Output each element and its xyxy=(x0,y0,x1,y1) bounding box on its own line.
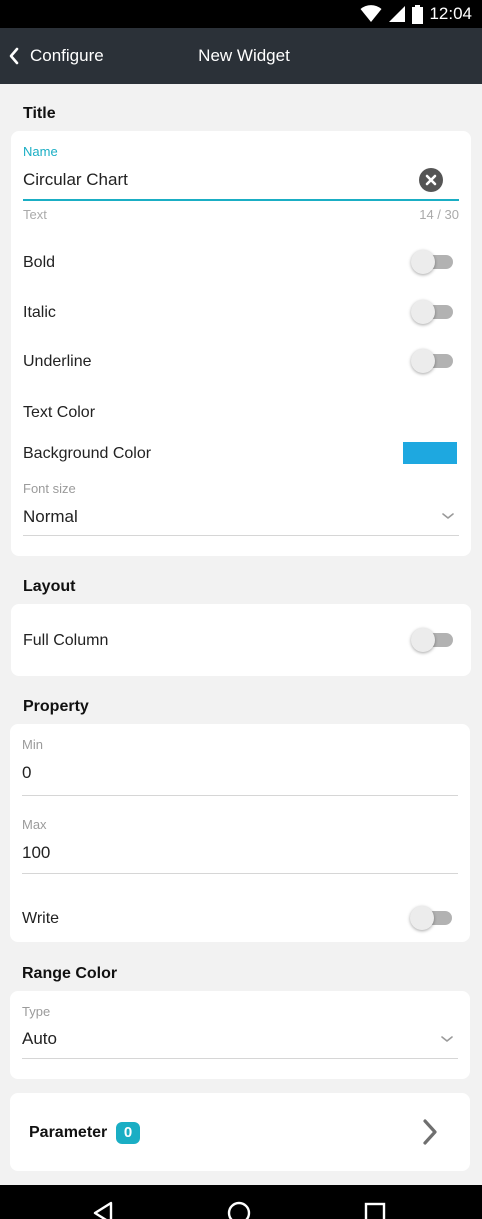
chevron-right-icon xyxy=(423,1119,437,1145)
min-underline xyxy=(22,795,458,796)
nav-recents-button[interactable] xyxy=(355,1193,395,1219)
name-input[interactable]: Circular Chart xyxy=(23,170,413,196)
background-color-swatch[interactable] xyxy=(403,442,457,464)
parameter-row[interactable]: Parameter 0 xyxy=(10,1093,470,1171)
type-underline xyxy=(22,1058,458,1059)
close-icon xyxy=(425,174,437,186)
type-select[interactable]: Auto xyxy=(22,1024,458,1058)
status-icons: 12:04 xyxy=(360,3,472,25)
section-title-layout: Layout xyxy=(23,578,76,595)
min-input[interactable]: 0 xyxy=(22,763,458,789)
property-card: Min 0 Max 100 Write xyxy=(10,724,470,942)
italic-label: Italic xyxy=(23,304,56,321)
type-value: Auto xyxy=(22,1029,57,1048)
section-title-title: Title xyxy=(23,105,56,122)
section-title-property: Property xyxy=(23,698,89,715)
full-column-toggle-thumb xyxy=(411,628,435,652)
chevron-left-icon xyxy=(9,47,19,65)
cell-signal-icon xyxy=(389,6,406,22)
page-title-text: New Widget xyxy=(198,46,290,65)
triangle-back-icon xyxy=(93,1201,113,1219)
square-recents-icon xyxy=(364,1202,386,1219)
bold-toggle-thumb xyxy=(411,250,435,274)
name-helper-text: Text xyxy=(23,207,47,222)
app-bar: Configure New Widget xyxy=(0,28,482,84)
battery-icon xyxy=(412,4,424,24)
underline-toggle[interactable] xyxy=(411,348,455,374)
section-title-range-color: Range Color xyxy=(22,965,118,982)
underline-label: Underline xyxy=(23,353,92,370)
type-label: Type xyxy=(22,1004,51,1019)
full-column-label: Full Column xyxy=(23,632,109,649)
text-color-option[interactable]: Text Color xyxy=(23,404,95,422)
font-size-value: Normal xyxy=(23,507,78,526)
max-label: Max xyxy=(22,817,47,832)
name-field-label: Name xyxy=(23,144,58,159)
circle-home-icon xyxy=(227,1201,251,1219)
title-card: Name Circular Chart Text 14 / 30 Bold It… xyxy=(11,131,471,556)
name-input-underline xyxy=(23,199,459,201)
nav-back-button[interactable] xyxy=(84,1193,124,1219)
italic-toggle[interactable] xyxy=(411,299,455,325)
clear-text-button[interactable] xyxy=(419,168,443,192)
underline-toggle-thumb xyxy=(411,349,435,373)
bold-label: Bold xyxy=(23,254,56,271)
parameter-label: Parameter xyxy=(29,1124,108,1141)
chevron-down-icon xyxy=(442,513,454,519)
chevron-down-icon xyxy=(441,1036,453,1042)
max-input[interactable]: 100 xyxy=(22,843,458,869)
italic-toggle-thumb xyxy=(411,300,435,324)
parameter-count-badge: 0 xyxy=(116,1122,140,1144)
write-label: Write xyxy=(22,910,60,927)
wifi-icon xyxy=(360,5,382,22)
name-char-count: 14 / 30 xyxy=(419,207,459,222)
nav-home-button[interactable] xyxy=(219,1193,259,1219)
status-bar: 12:04 xyxy=(0,0,482,28)
font-size-select[interactable]: Normal xyxy=(23,501,459,535)
min-label: Min xyxy=(22,737,43,752)
max-underline xyxy=(22,873,458,874)
layout-card: Full Column xyxy=(11,604,471,676)
background-color-label: Background Color xyxy=(23,445,152,462)
font-size-label: Font size xyxy=(23,481,76,496)
bold-toggle[interactable] xyxy=(411,249,455,275)
back-label: Configure xyxy=(30,46,104,65)
write-toggle[interactable] xyxy=(410,905,454,931)
range-color-card: Type Auto xyxy=(10,991,470,1079)
write-toggle-thumb xyxy=(410,906,434,930)
font-size-underline xyxy=(23,535,459,536)
system-nav-bar xyxy=(0,1185,482,1219)
back-button[interactable]: Configure xyxy=(8,42,104,70)
full-column-toggle[interactable] xyxy=(411,627,455,653)
status-time: 12:04 xyxy=(429,4,472,23)
